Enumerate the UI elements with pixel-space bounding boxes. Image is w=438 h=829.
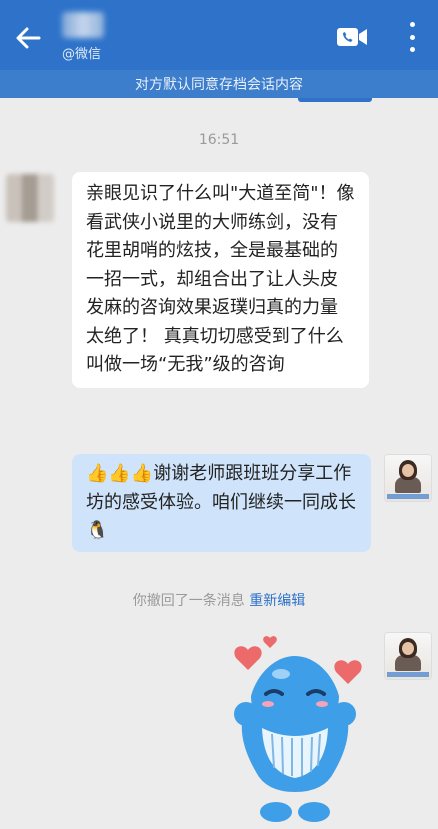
recall-text: 你撤回了一条消息 [132, 593, 245, 609]
video-call-icon[interactable] [336, 26, 368, 48]
notice-divider [298, 98, 372, 102]
incoming-message-bubble[interactable]: 亲眼见识了什么叫"大道至简"！像看武侠小说里的大师练剑，没有花里胡哨的炫技，全是… [72, 172, 369, 388]
message-timestamp: 16:51 [198, 132, 240, 148]
penguin-emoji: 🐧 [86, 520, 109, 541]
my-avatar-2[interactable] [384, 632, 432, 680]
contact-name-blurred [62, 12, 104, 38]
incoming-message-text: 亲眼见识了什么叫"大道至简"！像看武侠小说里的大师练剑，没有花里胡哨的炫技，全是… [86, 183, 355, 375]
top-bar: @微信 [0, 0, 438, 70]
source-label: @微信 [62, 47, 102, 62]
thumbs-up-emoji: 👍👍👍 [86, 463, 154, 484]
archive-notice: 对方默认同意存档会话内容 [0, 70, 438, 98]
my-avatar[interactable] [384, 454, 432, 502]
re-edit-link[interactable]: 重新编辑 [249, 593, 305, 609]
contact-avatar[interactable] [6, 174, 54, 222]
back-arrow-icon[interactable] [10, 20, 46, 56]
outgoing-message-bubble[interactable]: 👍👍👍谢谢老师跟班班分享工作坊的感受体验。咱们继续一同成长🐧 [72, 454, 371, 552]
more-vertical-icon[interactable] [404, 22, 420, 52]
blue-whale-hearts-sticker[interactable] [226, 634, 364, 825]
recall-notice: 你撤回了一条消息 重新编辑 [0, 590, 438, 610]
